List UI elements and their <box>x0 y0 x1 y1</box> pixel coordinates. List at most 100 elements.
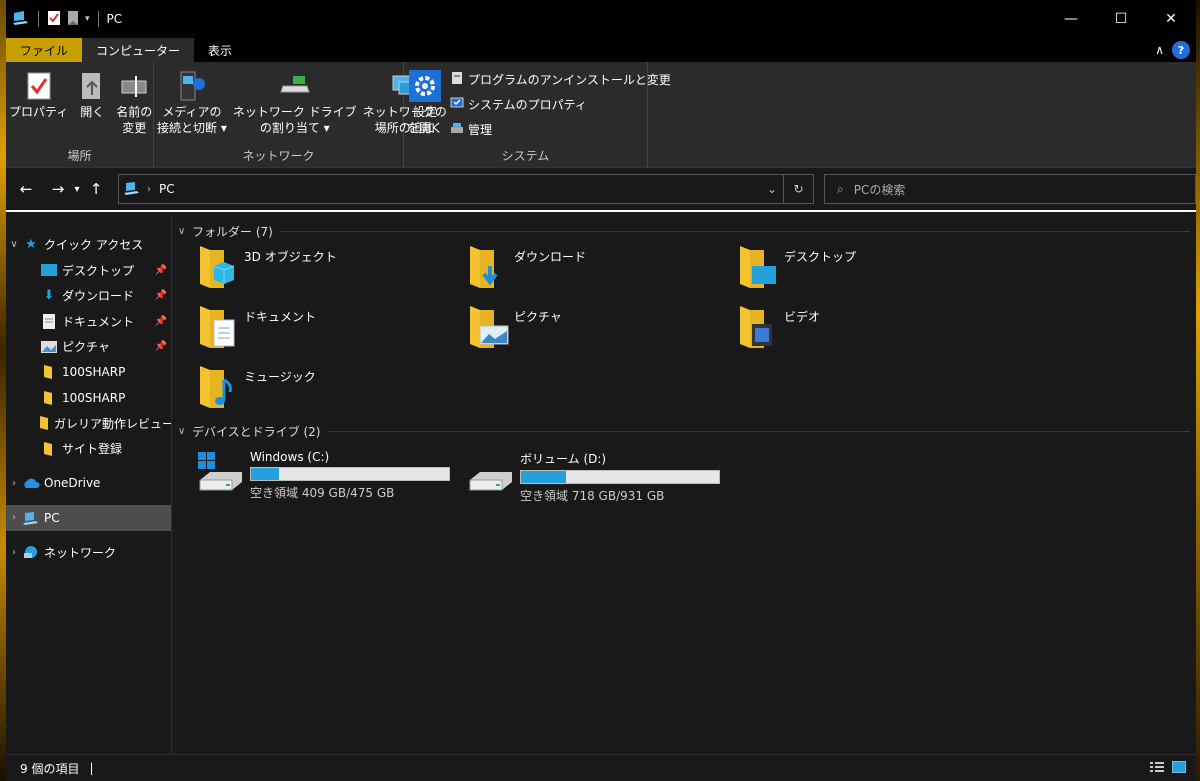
folder-item-documents[interactable]: ドキュメント <box>196 304 466 352</box>
sidebar-item-documents[interactable]: ドキュメント 📌 <box>6 309 171 335</box>
pictures-folder-icon <box>466 304 510 350</box>
folder-label: デスクトップ <box>784 250 857 264</box>
back-icon[interactable]: ← <box>14 180 38 198</box>
section-chevron-icon[interactable]: ∨ <box>178 426 192 437</box>
manage-button[interactable]: 管理 <box>450 120 671 139</box>
properties-label: プロパティ <box>9 105 69 119</box>
sidebar-item-label: ピクチャ <box>62 340 110 355</box>
desktop-icon <box>40 264 58 277</box>
maximize-button[interactable]: ☐ <box>1096 0 1146 38</box>
view-switcher <box>1150 760 1187 776</box>
drive-info: Windows (C:) 空き領域 409 GB/475 GB <box>250 450 450 504</box>
drive-free-space: 空き領域 718 GB/931 GB <box>520 489 665 503</box>
sidebar-item-desktop[interactable]: デスクトップ 📌 <box>6 258 171 284</box>
sidebar-item-pc[interactable]: › PC <box>6 505 171 531</box>
sidebar-item-folder[interactable]: 100SHARP <box>6 360 171 386</box>
sidebar-item-label: ネットワーク <box>44 545 117 560</box>
settings-label: 設定 を開く <box>407 104 443 136</box>
map-drive-label-line1: ネットワーク ドライブ <box>232 105 357 119</box>
uninstall-program-button[interactable]: プログラムのアンインストールと変更 <box>450 70 671 89</box>
breadcrumb-pc[interactable]: PC <box>159 182 175 196</box>
folder-icon <box>40 365 58 380</box>
section-divider <box>280 230 1190 232</box>
minimize-button[interactable]: — <box>1046 0 1096 38</box>
toolbar-separator <box>97 11 99 27</box>
desktop-folder-icon <box>736 244 780 290</box>
collapse-ribbon-icon[interactable]: ∧ <box>1155 43 1164 57</box>
sidebar-item-folder[interactable]: サイト登録 <box>6 436 171 462</box>
sidebar-item-folder[interactable]: ガレリア動作レビュー資 <box>6 411 171 437</box>
search-placeholder: PCの検索 <box>853 182 906 197</box>
pin-icon[interactable]: 📌 <box>155 265 167 276</box>
settings-label-line1: 設定 <box>413 105 438 119</box>
recent-locations-icon[interactable]: ▾ <box>70 184 84 195</box>
drive-item-d[interactable]: ボリューム (D:) 空き領域 718 GB/931 GB <box>466 450 722 504</box>
explorer-window: ▾ PC — ☐ ✕ ファイル コンピューター 表示 ∧ ? プロパティ 開く … <box>6 0 1196 781</box>
collapsed-chevron-icon[interactable]: › <box>6 547 22 558</box>
open-label: 開く <box>80 105 105 119</box>
folder-item-3d-objects[interactable]: 3D オブジェクト <box>196 244 466 292</box>
breadcrumb-chevron-icon[interactable]: › <box>147 184 151 195</box>
tab-file[interactable]: ファイル <box>6 38 83 62</box>
music-folder-icon <box>196 364 240 410</box>
collapsed-chevron-icon[interactable]: › <box>6 512 22 523</box>
properties-icon[interactable] <box>47 10 61 29</box>
search-box[interactable]: ⌕ PCの検索 <box>824 174 1196 204</box>
sidebar-item-pictures[interactable]: ピクチャ 📌 <box>6 334 171 360</box>
picture-icon <box>40 340 58 353</box>
folder-item-music[interactable]: ミュージック <box>196 364 466 412</box>
sidebar-item-onedrive[interactable]: › OneDrive <box>6 471 171 497</box>
media-label-line2: 接続と切断 <box>157 121 218 135</box>
sidebar-item-label: サイト登録 <box>62 442 123 457</box>
drives-section-header[interactable]: ∨ デバイスとドライブ (2) <box>178 422 1190 440</box>
windows-drive-icon <box>196 450 248 498</box>
folder-item-desktop[interactable]: デスクトップ <box>736 244 1006 292</box>
folder-item-videos[interactable]: ビデオ <box>736 304 1006 352</box>
sidebar-item-quick-access[interactable]: ∨ ★ クイック アクセス <box>6 232 171 258</box>
folder-label: ドキュメント <box>244 310 317 324</box>
sidebar-item-label: 100SHARP <box>62 365 126 380</box>
pin-icon[interactable]: 📌 <box>155 341 167 352</box>
folders-section-header[interactable]: ∨ フォルダー (7) <box>178 222 1190 240</box>
new-folder-icon[interactable] <box>67 10 79 29</box>
drive-item-c[interactable]: Windows (C:) 空き領域 409 GB/475 GB <box>196 450 452 504</box>
content-pane: ∨ フォルダー (7) 3D オブジェクト ダウンロード デスクトップ ドキュメ… <box>172 214 1196 754</box>
folder-icon <box>40 441 58 456</box>
settings-label-line2: を開く <box>407 121 444 135</box>
help-icon[interactable]: ? <box>1172 41 1190 59</box>
sidebar-item-downloads[interactable]: ⬇ ダウンロード 📌 <box>6 283 171 309</box>
forward-icon[interactable]: → <box>46 180 70 198</box>
system-properties-button[interactable]: システムのプロパティ <box>450 95 671 114</box>
folder-item-downloads[interactable]: ダウンロード <box>466 244 736 292</box>
system-properties-icon <box>450 96 464 113</box>
address-bar[interactable]: › PC ⌄ ↻ <box>118 174 814 204</box>
ribbon-tabs: ファイル コンピューター 表示 ∧ ? <box>6 38 1196 62</box>
ribbon-group-network: メディアの 接続と切断 ▾ ネットワーク ドライブ の割り当て ▾ ネットワークの場… <box>154 62 447 168</box>
tab-view[interactable]: 表示 <box>194 38 246 62</box>
sidebar-item-network[interactable]: › ネットワーク <box>6 540 171 566</box>
sidebar-item-label: ドキュメント <box>62 314 135 329</box>
folder-icon <box>40 416 50 431</box>
pin-icon[interactable]: 📌 <box>155 290 167 301</box>
sidebar-item-label: ダウンロード <box>62 289 135 304</box>
expanded-chevron-icon[interactable]: ∨ <box>6 239 22 250</box>
section-chevron-icon[interactable]: ∨ <box>178 226 192 237</box>
folder-item-pictures[interactable]: ピクチャ <box>466 304 736 352</box>
refresh-icon[interactable]: ↻ <box>783 175 813 203</box>
customize-dropdown-icon[interactable]: ▾ <box>85 14 90 24</box>
drive-name: ボリューム (D:) <box>520 452 607 466</box>
collapsed-chevron-icon[interactable]: › <box>6 478 22 489</box>
tab-computer[interactable]: コンピューター <box>82 38 195 62</box>
group-name-network: ネットワーク <box>242 149 315 163</box>
tiles-view-icon[interactable] <box>1171 760 1187 776</box>
close-button[interactable]: ✕ <box>1146 0 1196 38</box>
pin-icon[interactable]: 📌 <box>155 316 167 327</box>
address-dropdown-icon[interactable]: ⌄ <box>767 182 777 196</box>
up-icon[interactable]: ↑ <box>84 180 108 198</box>
details-view-icon[interactable] <box>1150 761 1164 776</box>
map-drive-label-line2: の割り当て <box>259 121 320 135</box>
media-label: メディアの 接続と切断 ▾ <box>157 105 227 135</box>
map-drive-label: ネットワーク ドライブ の割り当て ▾ <box>232 105 357 135</box>
sidebar-item-folder[interactable]: 100SHARP <box>6 385 171 411</box>
